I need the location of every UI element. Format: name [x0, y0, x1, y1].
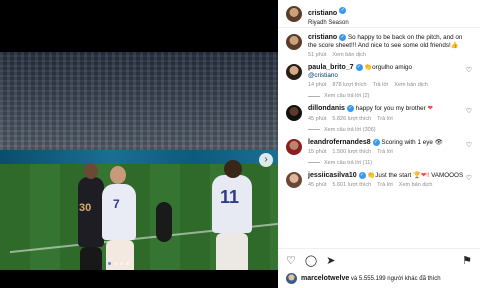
comment-likes[interactable]: 878 lượt thích	[332, 82, 366, 88]
avatar[interactable]	[286, 138, 302, 155]
liked-by-suffix: đã thích	[419, 276, 441, 282]
caption-time: 51 phút	[308, 52, 327, 59]
comment-item: jessiicasilva10 ✓ 👏Just the start 🏆❤‼ VAM…	[286, 171, 472, 188]
replies-dash	[308, 162, 320, 164]
replies-dash	[308, 95, 320, 97]
post-caption: cristiano ✓ So happy to be back on the pi…	[286, 34, 472, 58]
heart-icon[interactable]: ♡	[466, 66, 472, 74]
comment-time: 15 phút	[308, 148, 327, 155]
comment-username[interactable]: paula_brito_7	[308, 64, 354, 71]
clap-emoji: 👏	[364, 64, 373, 72]
player-white2-legs	[216, 233, 248, 270]
post-photo[interactable]: 30 7 11	[0, 52, 278, 270]
comment-username[interactable]: leandrofernandes8	[308, 139, 371, 146]
eye-emoji: 👁	[434, 138, 443, 146]
avatar[interactable]	[286, 273, 297, 284]
carousel-dot[interactable]	[126, 262, 129, 265]
post-location[interactable]: Riyadh Season	[308, 20, 349, 26]
post-author-username[interactable]: cristiano	[308, 10, 337, 17]
caption-username[interactable]: cristiano	[308, 34, 337, 41]
carousel-dots	[108, 262, 129, 265]
comment-likes[interactable]: 5.601 lượt thích	[332, 182, 371, 188]
reply-button[interactable]: Trả lời	[377, 149, 393, 155]
liked-by: marcelotwelve và 5.555.199 người khác đã…	[286, 273, 472, 284]
comment-text-2: VAMOOOS	[431, 171, 464, 179]
avatar[interactable]	[286, 5, 302, 22]
reply-button[interactable]: Trả lời	[377, 116, 393, 122]
heart-emoji: ❤	[427, 105, 433, 113]
verified-badge-icon: ✓	[339, 34, 347, 41]
trophy-heart-emoji: 🏆❤‼	[413, 171, 430, 179]
photo-viewer: 30 7 11 ›	[0, 0, 278, 288]
post-details-panel: cristiano ✓ Riyadh Season cristiano ✓ So h…	[278, 0, 480, 288]
comment-likes[interactable]: 5.826 lượt thích	[332, 116, 371, 122]
heart-icon[interactable]: ♡	[466, 141, 472, 149]
referee	[156, 202, 172, 242]
player-white-legs	[106, 240, 134, 270]
heart-icon[interactable]: ♡	[286, 254, 296, 267]
carousel-dot[interactable]	[114, 262, 117, 265]
thumbs-up-emoji: 👍	[450, 42, 459, 50]
comments-list: cristiano ✓ So happy to be back on the pi…	[278, 28, 480, 188]
carousel-dot[interactable]	[108, 262, 111, 265]
player-white-head	[110, 166, 126, 184]
comment-item: paula_brito_7 ✓ 👏orgulho amigo @cristiano …	[286, 64, 472, 99]
comment-time: 45 phút	[308, 115, 327, 122]
post-header: cristiano ✓ Riyadh Season	[278, 0, 480, 28]
view-replies-link[interactable]: Xem câu trả lời (11)	[324, 160, 372, 166]
view-replies-link[interactable]: Xem câu trả lời (2)	[324, 93, 369, 99]
comment-text: Just the start	[375, 171, 412, 179]
player-white2-head	[224, 160, 242, 178]
verified-badge-icon: ✓	[372, 138, 380, 146]
player-white-kit	[102, 184, 136, 240]
verified-badge-icon: ✓	[339, 6, 347, 14]
comment-username[interactable]: jessiicasilva10	[308, 172, 357, 179]
heart-icon[interactable]: ♡	[466, 107, 472, 115]
share-icon[interactable]: ➤	[326, 254, 335, 267]
verified-badge-icon: ✓	[346, 105, 354, 113]
verified-badge-icon: ✓	[358, 171, 366, 179]
jersey-number: 7	[113, 197, 120, 211]
comment-likes[interactable]: 1.500 lượt thích	[332, 149, 371, 155]
player-dark-legs	[80, 247, 102, 270]
verified-badge-icon: ✓	[355, 64, 363, 72]
avatar[interactable]	[286, 64, 302, 81]
heart-icon[interactable]: ♡	[466, 174, 472, 182]
see-translation-link[interactable]: Xem bản dịch	[394, 82, 428, 88]
comment-text: orgulho amigo	[372, 64, 413, 72]
liked-by-text[interactable]: và 5.555.199 người khác	[351, 276, 418, 282]
comment-text: Scoring with 1 eye	[381, 138, 433, 146]
player-dark-head	[84, 163, 98, 179]
comment-text: happy for you my brother	[355, 105, 426, 113]
carousel-dot[interactable]	[120, 262, 123, 265]
avatar[interactable]	[286, 34, 302, 50]
comment-icon[interactable]: ◯	[305, 254, 317, 267]
comment-username[interactable]: dillondanis	[308, 106, 345, 113]
avatar[interactable]	[286, 105, 302, 122]
comment-item: dillondanis ✓ happy for you my brother ❤ …	[286, 105, 472, 133]
reply-button[interactable]: Trả lời	[373, 82, 389, 88]
bookmark-icon[interactable]: ⚑	[462, 254, 472, 267]
comment-time: 14 phút	[308, 82, 327, 89]
post-actions: ♡ ◯ ➤ ⚑ marcelotwelve và 5.555.199 người…	[278, 248, 480, 288]
see-translation-link[interactable]: Xem bản dịch	[332, 52, 366, 58]
view-replies-link[interactable]: Xem câu trả lời (306)	[324, 127, 376, 133]
avatar[interactable]	[286, 171, 302, 188]
reply-button[interactable]: Trả lời	[377, 182, 393, 188]
stadium-crowd	[0, 52, 278, 162]
liked-by-username[interactable]: marcelotwelve	[301, 275, 349, 282]
jersey-number: 11	[220, 187, 240, 207]
comment-time: 45 phút	[308, 181, 327, 188]
see-translation-link[interactable]: Xem bản dịch	[399, 182, 433, 188]
chevron-right-icon[interactable]: ›	[259, 153, 273, 167]
mention-link[interactable]: @cristiano	[308, 72, 338, 79]
jersey-number: 30	[79, 202, 92, 214]
replies-dash	[308, 129, 320, 131]
comment-item: leandrofernandes8 ✓ Scoring with 1 eye 👁 …	[286, 138, 472, 166]
